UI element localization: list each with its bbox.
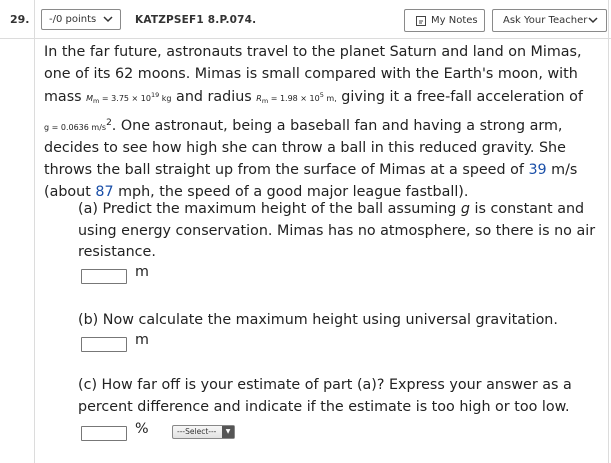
header-divider xyxy=(0,38,611,39)
part-a-answer-input[interactable] xyxy=(81,269,127,284)
part-a-unit: m xyxy=(135,264,149,280)
problem-line: In the far future, astronauts travel to … xyxy=(44,44,582,60)
my-notes-button[interactable]: My Notes xyxy=(404,9,485,32)
dropdown-arrow-icon: ▼ xyxy=(222,426,234,438)
radius-expression: Rm = 1.98 × 105 m, xyxy=(256,91,337,106)
part-b-answer-input[interactable] xyxy=(81,337,127,352)
notes-icon xyxy=(415,15,427,30)
problem-statement: In the far future, astronauts travel to … xyxy=(44,42,606,203)
g-expression: g = 0.0636 m/s xyxy=(44,122,107,132)
part-c-unit: % xyxy=(135,421,149,437)
part-a-text: (a) Predict the maximum height of the ba… xyxy=(78,201,596,261)
question-id: KATZPSEF1 8.P.074. xyxy=(135,14,257,26)
left-border xyxy=(34,0,35,463)
ask-teacher-button[interactable]: Ask Your Teacher xyxy=(492,9,607,32)
select-value: ---Select--- xyxy=(177,427,217,436)
problem-line: one of its 62 moons. Mimas is small comp… xyxy=(44,65,578,82)
mph-value: 87 xyxy=(95,183,114,200)
mass-expression: Mm = 3.75 × 1019 kg xyxy=(86,91,172,106)
part-b-unit: m xyxy=(135,332,149,348)
question-number: 29. xyxy=(10,13,30,26)
chevron-down-icon xyxy=(102,13,114,28)
problem-line: g = 0.0636 m/s2. One astronaut, being a … xyxy=(44,117,563,134)
points-dropdown[interactable]: -/0 points xyxy=(41,9,121,30)
my-notes-label: My Notes xyxy=(431,15,478,26)
right-border xyxy=(608,0,609,463)
part-b-text: (b) Now calculate the maximum height usi… xyxy=(78,312,558,328)
points-label: -/0 points xyxy=(49,14,97,25)
chevron-down-icon xyxy=(587,14,599,29)
problem-line: mass Mm = 3.75 × 1019 kg and radius Rm =… xyxy=(44,89,583,106)
ask-teacher-label: Ask Your Teacher xyxy=(503,15,588,26)
speed-value: 39 xyxy=(528,161,547,178)
problem-line: throws the ball straight up from the sur… xyxy=(44,161,578,178)
problem-line: decides to see how high she can throw a … xyxy=(44,140,566,157)
part-c-text: (c) How far off is your estimate of part… xyxy=(78,377,572,415)
too-high-low-select[interactable]: ---Select--- ▼ xyxy=(172,425,235,439)
part-c-answer-input[interactable] xyxy=(81,426,127,441)
